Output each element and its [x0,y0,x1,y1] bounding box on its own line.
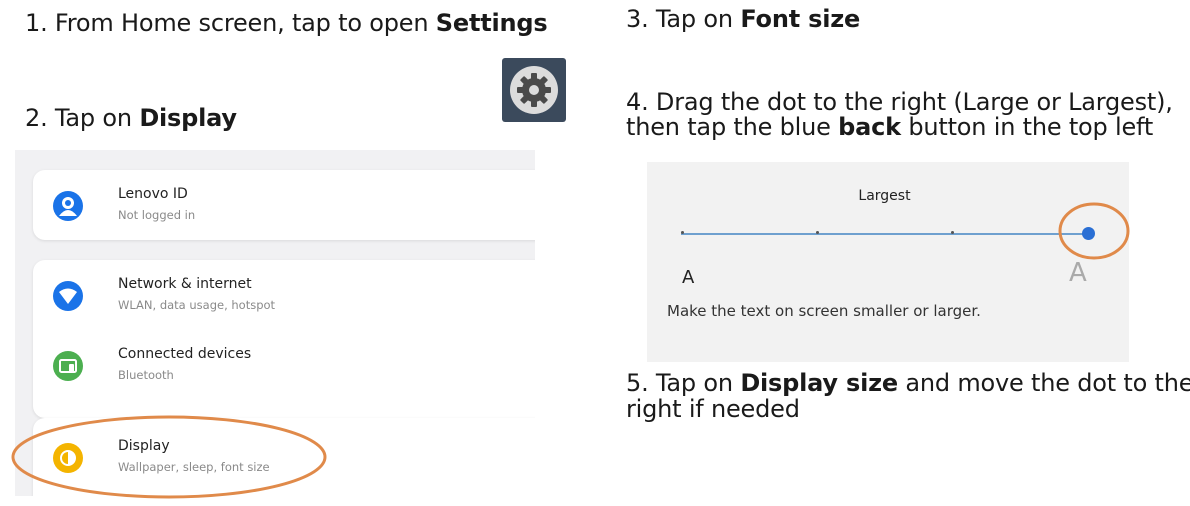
step-2-text: 2. Tap on [25,104,140,132]
settings-item-lenovo-id[interactable]: Lenovo ID Not logged in [33,170,535,240]
large-text-label: A [1069,258,1087,288]
settings-list-panel: Lenovo ID Not logged in Network & intern… [15,150,535,496]
step-4-line-2-post: button in the top left [900,113,1154,141]
step-3-instruction: 3. Tap on Font size [626,6,860,33]
font-size-level-label: Largest [858,188,911,204]
settings-item-display[interactable]: Display Wallpaper, sleep, font size [33,422,535,492]
step-4-line-2-pre: then tap the blue [626,113,839,141]
step-5-line-1-pre: 5. Tap on [626,369,741,397]
wifi-icon [52,280,84,312]
settings-item-title: Display [118,438,170,454]
settings-item-network[interactable]: Network & internet WLAN, data usage, hot… [33,260,535,330]
step-2-instruction: 2. Tap on Display [25,105,237,132]
step-3-bold: Font size [740,5,861,33]
step-1-text: 1. From Home screen, tap to open [25,9,436,37]
settings-card-display: Display Wallpaper, sleep, font size [33,418,535,496]
display-icon [52,442,84,474]
step-4-instruction: 4. Drag the dot to the right (Large or L… [626,90,1173,140]
step-2-bold: Display [139,104,237,132]
step-5-line-2: right if needed [626,395,800,423]
slider-tick [816,231,819,234]
settings-item-subtitle: WLAN, data usage, hotspot [118,298,276,312]
gear-icon [510,66,558,114]
step-1-bold: Settings [435,9,548,37]
slider-tick [681,231,684,234]
devices-icon [52,350,84,382]
step-4-line-2-bold: back [838,113,901,141]
settings-item-title: Connected devices [118,346,252,362]
step-5-line-1-bold: Display size [740,369,898,397]
settings-item-subtitle: Wallpaper, sleep, font size [118,460,270,474]
settings-item-subtitle: Not logged in [118,208,196,222]
settings-item-subtitle: Bluetooth [118,368,174,382]
slider-knob[interactable] [1082,227,1095,240]
settings-card-connectivity: Network & internet WLAN, data usage, hot… [33,260,535,418]
settings-item-title: Lenovo ID [118,186,188,202]
settings-card-account: Lenovo ID Not logged in [33,170,535,240]
settings-item-title: Network & internet [118,276,252,292]
step-4-line-1: 4. Drag the dot to the right (Large or L… [626,88,1173,116]
step-4-line-2: then tap the blue back button in the top… [626,115,1173,140]
step-5-line-1: 5. Tap on Display size and move the dot … [626,370,1190,396]
step-1-instruction: 1. From Home screen, tap to open Setting… [25,9,548,37]
settings-item-connected-devices[interactable]: Connected devices Bluetooth [33,330,535,400]
font-size-slider[interactable] [681,231,1089,235]
settings-app-icon[interactable] [502,58,566,122]
step-3-text: 3. Tap on [626,5,741,33]
account-icon [52,190,84,222]
slider-tick [951,231,954,234]
step-5-instruction: 5. Tap on Display size and move the dot … [626,370,1190,422]
font-size-panel: Largest A A Make the text on screen smal… [647,162,1129,362]
small-text-label: A [682,267,695,288]
step-5-line-1-post: and move the dot to the [897,369,1190,397]
font-size-description: Make the text on screen smaller or large… [667,302,981,320]
